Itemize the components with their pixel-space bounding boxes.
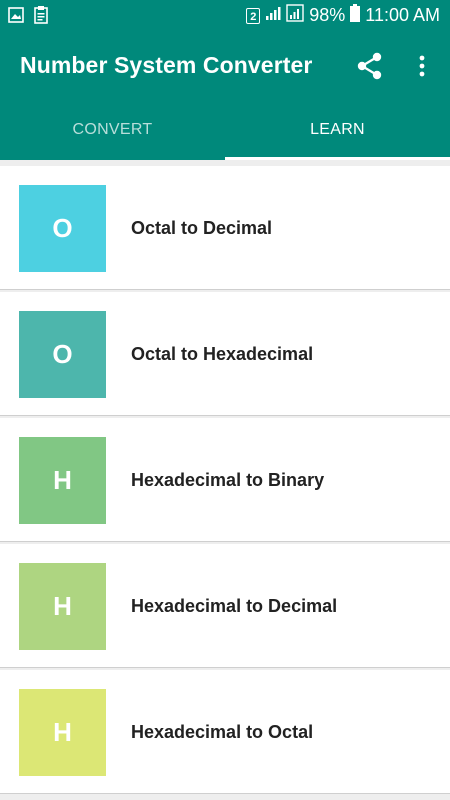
list-item-title: Hexadecimal to Decimal [131,596,338,616]
battery-icon [350,4,361,27]
list-item-hexadecimal-to-octal[interactable]: H Hexadecimal to Octal [0,670,450,794]
tab-learn[interactable]: LEARN [225,100,450,160]
letter-avatar: O [19,311,106,398]
battery-percentage: 98% [309,5,346,25]
letter-avatar: H [19,689,106,776]
gallery-notification-icon [8,7,24,28]
list-item-hexadecimal-to-decimal[interactable]: H Hexadecimal to Decimal [0,544,450,668]
clipboard-notification-icon [34,6,48,29]
signal-icon [265,5,281,26]
status-bar: 2 98% 11:00 AM [0,0,450,30]
letter-avatar: H [19,437,106,524]
system-status: 2 98% 11:00 AM [246,4,440,27]
notification-icons [8,6,48,29]
tab-convert[interactable]: CONVERT [0,100,225,160]
more-vertical-icon [419,55,425,77]
share-icon [357,52,382,80]
sim-slot-badge: 2 [246,7,261,24]
list-item-hexadecimal-to-binary[interactable]: H Hexadecimal to Binary [0,418,450,542]
clock: 11:00 AM [365,5,440,25]
list-item-octal-to-hexadecimal[interactable]: O Octal to Hexadecimal [0,292,450,416]
tab-bar: CONVERT LEARN [0,100,450,160]
share-button[interactable] [357,52,383,80]
list-item-title: Octal to Decimal [131,218,273,238]
app-title: Number System Converter [20,52,313,78]
learn-topic-list: O Octal to Decimal O Octal to Hexadecima… [0,160,450,800]
signal-icon-secondary [286,4,304,27]
list-item-title: Octal to Hexadecimal [131,344,314,364]
overflow-menu-button[interactable] [414,52,430,80]
list-item-octal-to-decimal[interactable]: O Octal to Decimal [0,166,450,290]
app-bar: Number System Converter [0,30,450,100]
list-item-title: Hexadecimal to Octal [131,722,314,742]
letter-avatar: O [19,185,106,272]
list-item-title: Hexadecimal to Binary [131,470,325,490]
letter-avatar: H [19,563,106,650]
